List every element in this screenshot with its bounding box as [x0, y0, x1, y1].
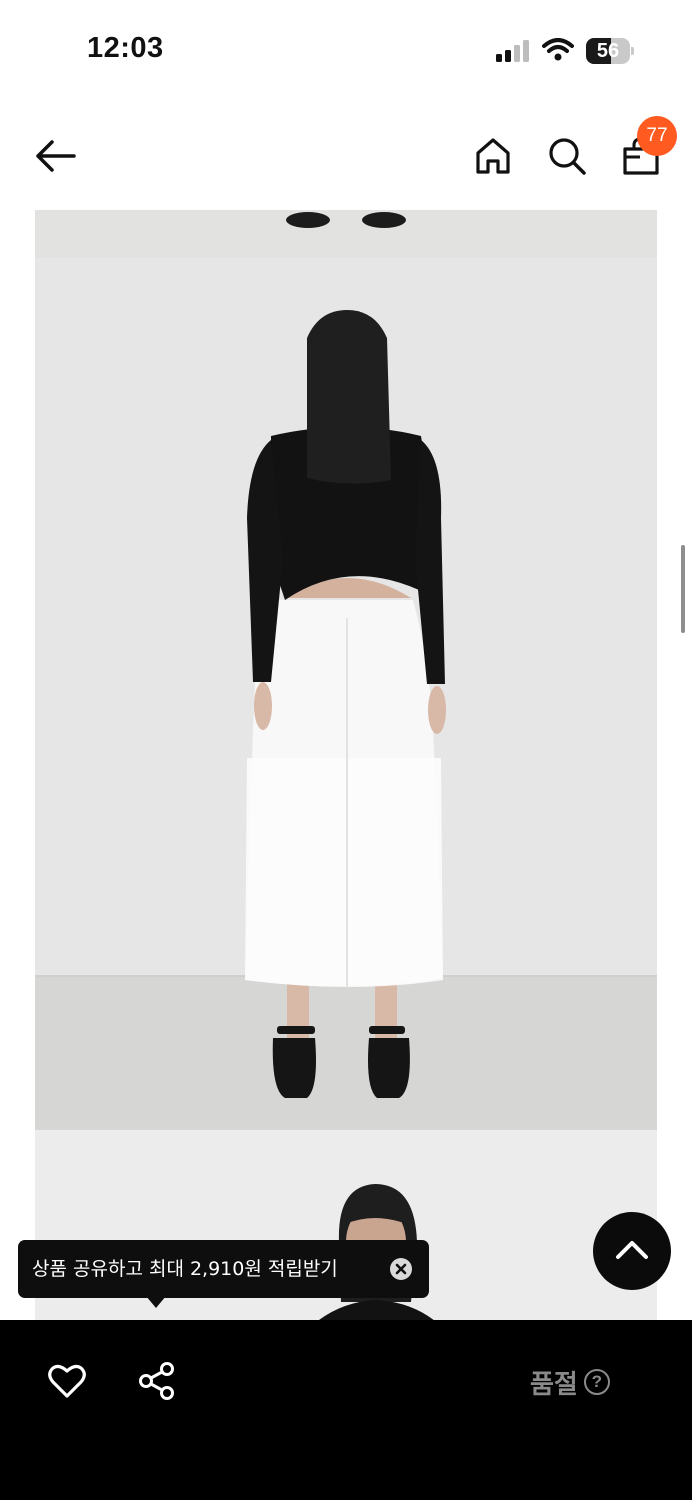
cart-count-badge: 77: [637, 116, 677, 156]
product-photo-previous: [35, 210, 657, 258]
product-image-gallery[interactable]: [35, 210, 657, 1320]
scrollbar-thumb[interactable]: [681, 545, 685, 633]
question-circle-icon[interactable]: ?: [583, 1369, 610, 1395]
sold-out-label: 품절: [530, 1369, 578, 1400]
sold-out-status: 품절 ?: [530, 1364, 610, 1400]
home-button[interactable]: [472, 135, 514, 177]
status-bar: 12:03 56: [0, 0, 692, 100]
bottom-action-bar: 품절 ?: [0, 1320, 692, 1500]
tooltip-close-button[interactable]: [390, 1258, 412, 1280]
share-reward-text: 상품 공유하고 최대 2,910원 적립받기: [32, 1258, 338, 1280]
wifi-icon: [542, 38, 574, 61]
tooltip-pointer: [146, 1296, 166, 1308]
search-icon: [549, 138, 586, 175]
battery-level: 56: [596, 40, 620, 62]
wishlist-button[interactable]: [46, 1360, 88, 1402]
share-button[interactable]: [136, 1360, 178, 1402]
product-photo-back-view: [35, 258, 657, 1130]
heart-icon: [48, 1364, 86, 1398]
chevron-up-icon: [616, 1241, 648, 1259]
cellular-signal-icon: [496, 40, 529, 62]
home-icon: [476, 138, 510, 174]
status-time: 12:03: [87, 32, 164, 64]
arrow-left-icon: [36, 140, 76, 172]
search-button[interactable]: [546, 135, 588, 177]
share-icon: [139, 1362, 174, 1400]
battery-indicator: 56: [586, 38, 634, 64]
share-reward-tooltip: 상품 공유하고 최대 2,910원 적립받기: [18, 1240, 429, 1298]
close-icon: [395, 1263, 407, 1275]
back-button[interactable]: [30, 136, 82, 176]
top-navigation: [0, 100, 692, 210]
scroll-to-top-button[interactable]: [593, 1212, 671, 1290]
